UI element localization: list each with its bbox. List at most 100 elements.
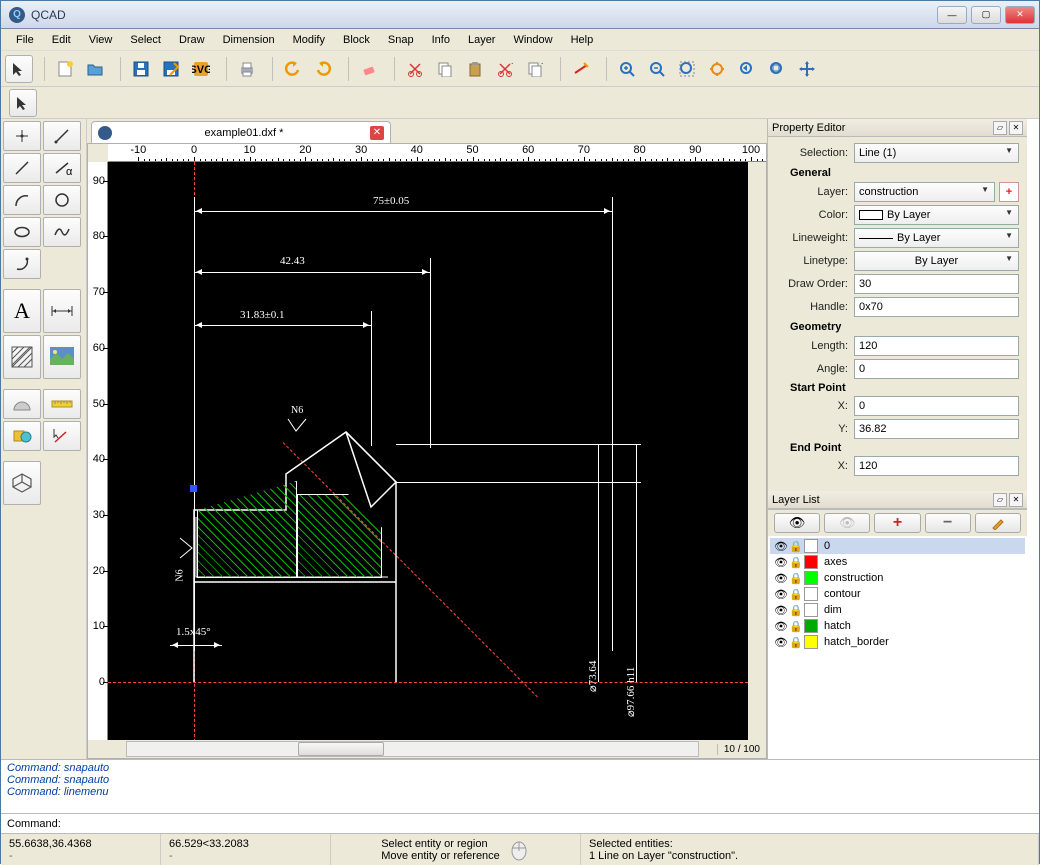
layer-remove-button[interactable]: − bbox=[925, 513, 971, 533]
circle-tool[interactable] bbox=[43, 185, 81, 215]
minimize-button[interactable]: — bbox=[937, 6, 967, 24]
pointer-tool-button[interactable] bbox=[9, 89, 37, 117]
menu-block[interactable]: Block bbox=[334, 32, 379, 48]
add-layer-button[interactable]: + bbox=[999, 182, 1019, 202]
line-tool-2pt[interactable] bbox=[43, 121, 81, 151]
layer-lock-icon[interactable]: 🔒 bbox=[789, 604, 804, 617]
select-tool-button[interactable] bbox=[5, 55, 33, 83]
line-angle-tool[interactable]: α bbox=[43, 153, 81, 183]
spline-tool[interactable] bbox=[43, 217, 81, 247]
new-file-button[interactable] bbox=[51, 55, 79, 83]
property-editor-close[interactable]: ✕ bbox=[1009, 121, 1023, 135]
erase-button[interactable] bbox=[355, 55, 383, 83]
line-tool[interactable] bbox=[3, 153, 41, 183]
ellipse-tool[interactable] bbox=[3, 217, 41, 247]
export-svg-button[interactable]: SVG bbox=[187, 55, 215, 83]
length-input[interactable] bbox=[854, 336, 1019, 356]
menu-file[interactable]: File bbox=[7, 32, 43, 48]
color-dropdown[interactable]: By Layer bbox=[854, 205, 1019, 225]
layer-visibility-icon[interactable]: 👁 bbox=[774, 620, 789, 633]
protractor-tool[interactable] bbox=[3, 389, 41, 419]
vertical-scrollbar[interactable] bbox=[748, 162, 766, 740]
end-x-input[interactable] bbox=[854, 456, 1019, 476]
close-button[interactable]: ✕ bbox=[1005, 6, 1035, 24]
menu-modify[interactable]: Modify bbox=[284, 32, 334, 48]
drawing-canvas[interactable]: 75±0.05 42.43 31.83±0.1 1.5x45° N6 N6 bbox=[108, 162, 748, 740]
layer-edit-button[interactable] bbox=[975, 513, 1021, 533]
save-button[interactable] bbox=[127, 55, 155, 83]
lineweight-dropdown[interactable]: By Layer bbox=[854, 228, 1019, 248]
dimension-tool[interactable] bbox=[43, 289, 81, 333]
maximize-button[interactable]: ▢ bbox=[971, 6, 1001, 24]
document-tab-close[interactable]: ✕ bbox=[370, 126, 384, 140]
angle-input[interactable] bbox=[854, 359, 1019, 379]
layer-lock-icon[interactable]: 🔒 bbox=[789, 636, 804, 649]
property-editor-undock[interactable]: ▱ bbox=[993, 121, 1007, 135]
edit-node-tool[interactable] bbox=[43, 421, 81, 451]
layer-list-close[interactable]: ✕ bbox=[1009, 493, 1023, 507]
save-as-button[interactable] bbox=[157, 55, 185, 83]
command-input[interactable] bbox=[65, 818, 1033, 830]
arc-tool[interactable] bbox=[3, 185, 41, 215]
layer-visibility-icon[interactable]: 👁 bbox=[774, 636, 789, 649]
print-button[interactable] bbox=[233, 55, 261, 83]
menu-view[interactable]: View bbox=[80, 32, 122, 48]
pan-button[interactable] bbox=[793, 55, 821, 83]
start-y-input[interactable] bbox=[854, 419, 1019, 439]
redo-button[interactable] bbox=[309, 55, 337, 83]
zoom-window-button[interactable] bbox=[763, 55, 791, 83]
layer-item[interactable]: 👁🔒0 bbox=[770, 538, 1025, 554]
layer-visibility-icon[interactable]: 👁 bbox=[774, 556, 789, 569]
layer-lock-icon[interactable]: 🔒 bbox=[789, 540, 804, 553]
layer-add-button[interactable]: + bbox=[874, 513, 920, 533]
layer-list-undock[interactable]: ▱ bbox=[993, 493, 1007, 507]
layer-item[interactable]: 👁🔒axes bbox=[770, 554, 1025, 570]
edit-polyline-button[interactable] bbox=[567, 55, 595, 83]
hatch-tool[interactable] bbox=[3, 335, 41, 379]
shapes-tool[interactable] bbox=[3, 421, 41, 451]
layer-show-all-button[interactable]: 👁 bbox=[774, 513, 820, 533]
menu-window[interactable]: Window bbox=[504, 32, 561, 48]
layer-visibility-icon[interactable]: 👁 bbox=[774, 540, 789, 553]
zoom-in-button[interactable] bbox=[613, 55, 641, 83]
menu-layer[interactable]: Layer bbox=[459, 32, 505, 48]
layer-lock-icon[interactable]: 🔒 bbox=[789, 572, 804, 585]
layer-list[interactable]: 👁🔒0👁🔒axes👁🔒construction👁🔒contour👁🔒dim👁🔒h… bbox=[768, 536, 1027, 759]
layer-visibility-icon[interactable]: 👁 bbox=[774, 572, 789, 585]
cut-button[interactable] bbox=[401, 55, 429, 83]
scale-tool[interactable] bbox=[43, 389, 81, 419]
cut-ref-button[interactable]: + bbox=[491, 55, 519, 83]
menu-draw[interactable]: Draw bbox=[170, 32, 214, 48]
image-tool[interactable] bbox=[43, 335, 81, 379]
zoom-auto-button[interactable] bbox=[673, 55, 701, 83]
start-x-input[interactable] bbox=[854, 396, 1019, 416]
layer-item[interactable]: 👁🔒dim bbox=[770, 602, 1025, 618]
layer-visibility-icon[interactable]: 👁 bbox=[774, 604, 789, 617]
horizontal-scrollbar[interactable] bbox=[126, 741, 699, 757]
menu-edit[interactable]: Edit bbox=[43, 32, 80, 48]
selection-dropdown[interactable]: Line (1) bbox=[854, 143, 1019, 163]
layer-lock-icon[interactable]: 🔒 bbox=[789, 620, 804, 633]
layer-dropdown[interactable]: construction bbox=[854, 182, 995, 202]
draworder-input[interactable] bbox=[854, 274, 1019, 294]
layer-visibility-icon[interactable]: 👁 bbox=[774, 588, 789, 601]
zoom-selection-button[interactable] bbox=[703, 55, 731, 83]
layer-item[interactable]: 👁🔒hatch bbox=[770, 618, 1025, 634]
open-file-button[interactable] bbox=[81, 55, 109, 83]
text-tool[interactable]: A bbox=[3, 289, 41, 333]
copy-ref-button[interactable]: + bbox=[521, 55, 549, 83]
document-tab[interactable]: example01.dxf * ✕ bbox=[91, 121, 391, 143]
layer-item[interactable]: 👁🔒contour bbox=[770, 586, 1025, 602]
menu-dimension[interactable]: Dimension bbox=[214, 32, 284, 48]
copy-button[interactable] bbox=[431, 55, 459, 83]
layer-item[interactable]: 👁🔒hatch_border bbox=[770, 634, 1025, 650]
zoom-out-button[interactable] bbox=[643, 55, 671, 83]
layer-hide-all-button[interactable]: 👁 bbox=[824, 513, 870, 533]
selected-endpoint[interactable] bbox=[190, 485, 197, 492]
point-tool[interactable] bbox=[3, 121, 41, 151]
layer-item[interactable]: 👁🔒construction bbox=[770, 570, 1025, 586]
zoom-previous-button[interactable] bbox=[733, 55, 761, 83]
layer-lock-icon[interactable]: 🔒 bbox=[789, 588, 804, 601]
handle-input[interactable] bbox=[854, 297, 1019, 317]
paste-button[interactable] bbox=[461, 55, 489, 83]
